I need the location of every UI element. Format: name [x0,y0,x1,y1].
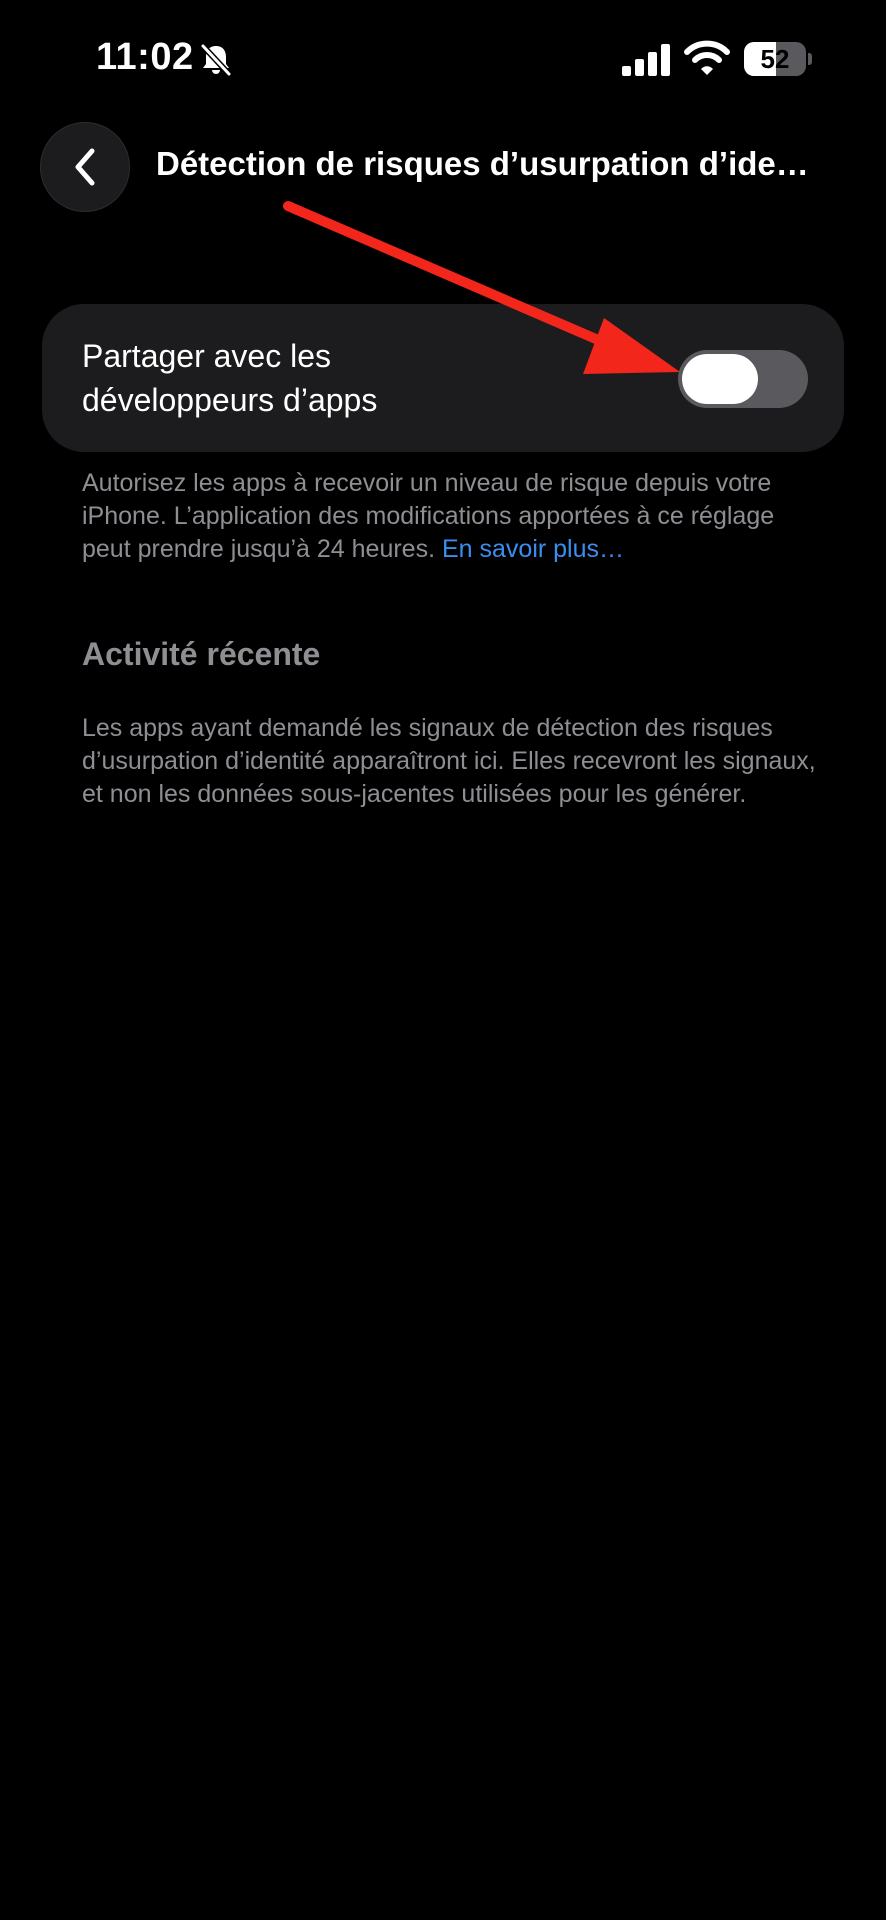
settings-footer: Autorisez les apps à recevoir un niveau … [82,467,822,566]
share-with-developers-label: Partager avec les développeurs d’apps [82,338,378,418]
footer-description: Autorisez les apps à recevoir un niveau … [82,469,775,563]
learn-more-link[interactable]: En savoir plus… [442,535,624,563]
back-button[interactable] [40,122,130,212]
toggle-knob [682,354,758,404]
status-time: 11:02 [96,36,194,78]
chevron-left-icon [75,148,95,186]
page-title: Détection de risques d’usurpation d’ide… [156,145,809,182]
wifi-icon [684,40,730,75]
settings-card: Partager avec les développeurs d’apps [42,304,844,452]
status-bar: 11:02 52 [0,0,886,120]
recent-activity-header: Activité récente [82,636,321,672]
cellular-signal-icon [622,44,670,76]
bell-slash-icon [200,43,232,77]
share-toggle[interactable] [678,350,808,408]
battery-level: 52 [760,44,790,74]
battery-icon: 52 [744,42,812,76]
recent-activity-description: Les apps ayant demandé les signaux de dé… [82,714,816,808]
